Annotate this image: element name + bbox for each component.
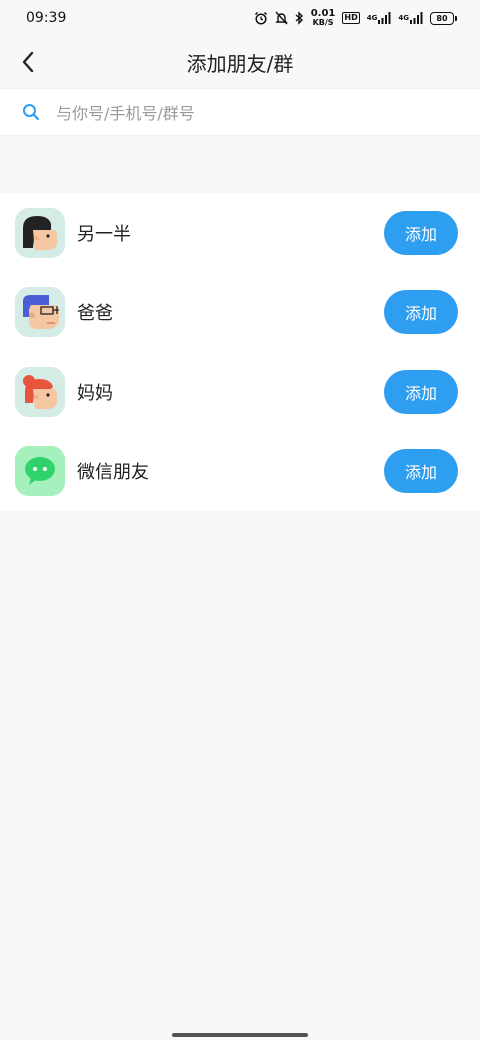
- search-icon: [23, 104, 40, 121]
- alarm-icon: [254, 11, 268, 25]
- back-button[interactable]: [14, 48, 42, 76]
- status-bar: 09:39 0.01 KB/S HD 4G 4G 80: [0, 0, 480, 36]
- home-indicator[interactable]: [172, 1033, 308, 1037]
- search-input[interactable]: 与你号/手机号/群号: [56, 100, 195, 124]
- signal-sim1-icon: 4G: [367, 12, 392, 24]
- chevron-left-icon: [22, 51, 34, 73]
- mom-face-icon: [15, 366, 65, 417]
- list-item-dad[interactable]: 爸爸 添加: [0, 273, 480, 353]
- add-friend-list: 另一半 添加 爸爸 添加 妈妈 添加 微信朋友 添加: [0, 193, 480, 511]
- hd-badge: HD: [342, 12, 360, 24]
- net-speed: 0.01 KB/S: [311, 9, 336, 27]
- list-item-label: 微信朋友: [77, 462, 149, 484]
- sim2-label: 4G: [398, 13, 409, 22]
- status-time: 09:39: [26, 10, 67, 26]
- signal-sim2-icon: 4G: [398, 12, 423, 24]
- list-item-partner[interactable]: 另一半 添加: [0, 193, 480, 273]
- list-item-label: 爸爸: [77, 303, 113, 325]
- list-item-label: 另一半: [77, 223, 131, 245]
- list-item-label: 妈妈: [77, 382, 113, 404]
- add-button[interactable]: 添加: [384, 449, 458, 494]
- search-bar[interactable]: 与你号/手机号/群号: [0, 88, 480, 136]
- mute-bell-icon: [275, 11, 288, 25]
- sim1-label: 4G: [366, 13, 378, 22]
- add-button[interactable]: 添加: [384, 210, 458, 255]
- page-title: 添加朋友/群: [186, 51, 294, 76]
- wechat-icon: [15, 446, 65, 497]
- list-item-mom[interactable]: 妈妈 添加: [0, 352, 480, 432]
- net-speed-unit: KB/S: [312, 18, 334, 27]
- battery-icon: 80: [430, 11, 457, 25]
- add-button[interactable]: 添加: [384, 290, 458, 335]
- add-button[interactable]: 添加: [384, 369, 458, 414]
- status-icons: 0.01 KB/S HD 4G 4G 80: [254, 9, 457, 27]
- dad-face-icon: [15, 287, 65, 338]
- list-item-wechat-friends[interactable]: 微信朋友 添加: [0, 432, 480, 512]
- nav-bar: 添加朋友/群: [0, 36, 480, 88]
- woman-face-icon: [15, 207, 65, 258]
- bluetooth-icon: [295, 11, 304, 25]
